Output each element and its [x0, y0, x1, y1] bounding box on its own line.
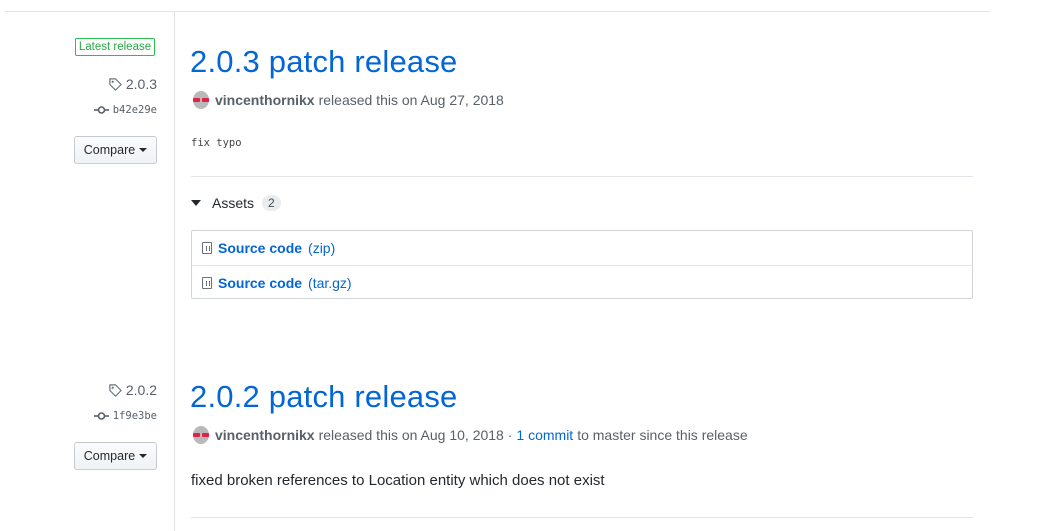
release-tag-link[interactable]: 2.0.3 [108, 76, 157, 92]
divider [191, 517, 973, 518]
commit-sha: b42e29e [112, 104, 157, 116]
compare-button[interactable]: Compare [74, 442, 157, 470]
released-text: released this on Aug 27, 2018 [318, 92, 504, 108]
commits-suffix: to master since this release [577, 427, 748, 443]
caret-down-icon [139, 454, 148, 458]
triangle-down-icon [191, 200, 201, 206]
released-text: released this on Aug 10, 2018 · [318, 427, 513, 443]
avatar[interactable] [191, 90, 211, 110]
latest-release-badge: Latest release [75, 38, 155, 56]
release-notes: fixed broken references to Location enti… [191, 472, 605, 489]
tag-label: 2.0.2 [125, 382, 157, 398]
asset-name[interactable]: Source code [218, 275, 302, 291]
release-byline: vincenthornikx released this on Aug 10, … [191, 425, 748, 445]
asset-ext[interactable]: (tar.gz) [308, 275, 352, 291]
assets-toggle[interactable]: Assets 2 [191, 195, 281, 211]
commit-icon [93, 412, 109, 420]
divider [191, 176, 973, 177]
release-byline: vincenthornikx released this on Aug 27, … [191, 90, 504, 110]
commits-since-link[interactable]: 1 commit [516, 427, 573, 443]
caret-down-icon [139, 148, 148, 152]
tag-icon [109, 383, 122, 397]
asset-name[interactable]: Source code [218, 240, 302, 256]
release-tag-link[interactable]: 2.0.2 [108, 382, 157, 398]
author-link[interactable]: vincenthornikx [215, 427, 315, 443]
asset-item[interactable]: Source code (tar.gz) [192, 265, 972, 299]
compare-button[interactable]: Compare [74, 136, 157, 164]
asset-item[interactable]: Source code (zip) [192, 231, 972, 265]
tag-label: 2.0.3 [125, 76, 157, 92]
avatar[interactable] [191, 425, 211, 445]
assets-list: Source code (zip) Source code (tar.gz) [191, 230, 973, 299]
commit-link[interactable]: b42e29e [93, 104, 157, 116]
assets-label: Assets [212, 195, 255, 211]
commit-icon [93, 106, 109, 114]
tag-icon [109, 77, 122, 91]
compare-label: Compare [83, 143, 136, 157]
assets-count: 2 [262, 195, 281, 211]
release-title[interactable]: 2.0.2 patch release [190, 379, 457, 415]
file-zip-icon [202, 242, 212, 254]
top-divider [5, 11, 990, 12]
release-notes: fix typo [191, 137, 242, 149]
commit-sha: 1f9e3be [112, 410, 157, 422]
release-title[interactable]: 2.0.3 patch release [190, 44, 457, 80]
timeline-divider [174, 11, 175, 531]
author-link[interactable]: vincenthornikx [215, 92, 315, 108]
compare-label: Compare [83, 449, 136, 463]
commit-link[interactable]: 1f9e3be [93, 410, 157, 422]
asset-ext[interactable]: (zip) [308, 240, 335, 256]
file-zip-icon [202, 276, 212, 289]
